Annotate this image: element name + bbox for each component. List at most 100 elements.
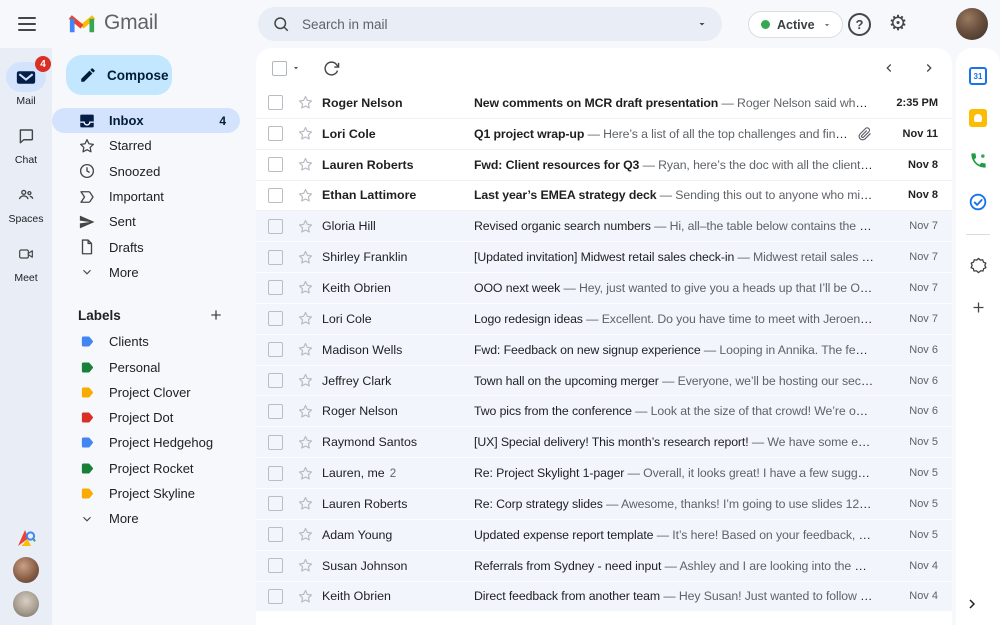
label-item-project-skyline[interactable]: Project Skyline [52,481,240,506]
voice-icon[interactable] [964,146,992,174]
email-checkbox[interactable] [268,434,283,450]
star-icon[interactable] [296,495,314,512]
label-item-project-dot[interactable]: Project Dot [52,405,240,430]
search-options-caret-icon[interactable] [696,18,708,30]
search-input[interactable] [302,16,684,32]
star-icon[interactable] [296,218,314,235]
email-row[interactable]: Roger Nelson New comments on MCR draft pr… [256,88,952,119]
sidebar-item-sent[interactable]: Sent [52,209,240,234]
create-label-icon[interactable] [208,307,224,323]
contact-avatar-2[interactable] [13,591,39,617]
get-addons-icon[interactable] [964,293,992,321]
email-checkbox[interactable] [268,496,283,512]
main-menu-icon[interactable] [13,10,41,38]
email-checkbox[interactable] [268,187,283,203]
email-checkbox[interactable] [268,588,283,604]
star-icon[interactable] [296,588,314,605]
email-row[interactable]: Roger Nelson Two pics from the conference… [256,396,952,428]
select-all-checkbox[interactable] [272,60,287,76]
label-item-more[interactable]: More [52,506,240,531]
newer-page-icon[interactable] [882,61,896,75]
email-sender: Keith Obrien [322,589,391,604]
email-checkbox[interactable] [268,157,283,173]
star-icon[interactable] [296,557,314,574]
email-row[interactable]: Shirley Franklin [Updated invitation] Mid… [256,242,952,274]
rail-item-meet[interactable]: Meet [0,239,52,284]
apps-grid-icon[interactable] [922,12,946,36]
star-icon[interactable] [296,372,314,389]
sidebar-item-drafts[interactable]: Drafts [52,234,240,259]
email-checkbox[interactable] [268,126,283,142]
tasks-icon[interactable] [964,188,992,216]
email-checkbox[interactable] [268,311,283,327]
star-icon[interactable] [296,403,314,420]
compose-button[interactable]: Compose [66,55,172,95]
email-checkbox[interactable] [268,465,283,481]
email-checkbox[interactable] [268,403,283,419]
keep-icon[interactable] [964,104,992,132]
sidebar-item-more[interactable]: More [52,260,240,285]
star-icon[interactable] [296,94,314,111]
star-icon[interactable] [296,279,314,296]
sidebar-item-starred[interactable]: Starred [52,133,240,158]
label-item-project-clover[interactable]: Project Clover [52,380,240,405]
rail-item-chat[interactable]: Chat [0,121,52,166]
rail-item-mail[interactable]: 4 Mail [0,56,52,107]
email-row[interactable]: Madison Wells Fwd: Feedback on new signup… [256,334,952,366]
email-checkbox[interactable] [268,218,283,234]
sidebar-item-snoozed[interactable]: Snoozed [52,159,240,184]
star-icon[interactable] [296,187,314,204]
contact-avatar-1[interactable] [13,557,39,583]
email-row[interactable]: Raymond Santos [UX] Special delivery! Thi… [256,427,952,459]
refresh-icon[interactable] [323,60,340,77]
email-row[interactable]: Susan Johnson Referrals from Sydney - nee… [256,550,952,582]
sidebar-item-inbox[interactable]: Inbox 4 [52,108,240,134]
email-checkbox[interactable] [268,527,283,543]
label-item-clients[interactable]: Clients [52,329,240,354]
email-checkbox[interactable] [268,342,283,358]
gear-icon[interactable]: ⚙ [884,9,912,37]
email-row[interactable]: Gloria Hill Revised organic search number… [256,211,952,243]
star-icon[interactable] [296,341,314,358]
star-icon[interactable] [296,526,314,543]
email-row[interactable]: Lauren, me 2 Re: Project Skylight 1-pager … [256,458,952,489]
account-avatar[interactable] [956,8,988,40]
email-checkbox[interactable] [268,280,283,296]
email-row[interactable]: Keith Obrien Direct feedback from another… [256,581,952,613]
top-bar: Gmail Active ? ⚙ [0,0,1000,48]
older-page-icon[interactable] [922,61,936,75]
search-bar[interactable] [258,7,722,41]
email-snippet: — Hi, all–the table below contains the r… [654,219,874,234]
rail-item-spaces[interactable]: Spaces [0,180,52,225]
star-icon[interactable] [296,465,314,482]
star-icon[interactable] [296,434,314,451]
email-checkbox[interactable] [268,373,283,389]
select-caret-icon[interactable] [291,63,301,73]
star-icon[interactable] [296,125,314,142]
label-item-personal[interactable]: Personal [52,354,240,379]
label-item-project-hedgehog[interactable]: Project Hedgehog [52,430,240,455]
email-checkbox[interactable] [268,249,283,265]
email-date: Nov 5 [909,528,938,541]
star-icon[interactable] [296,156,314,173]
email-checkbox[interactable] [268,558,283,574]
sidebar-item-important[interactable]: Important [52,184,240,209]
calendar-icon[interactable]: 31 [964,62,992,90]
star-icon[interactable] [296,249,314,266]
email-row[interactable]: Adam Young Updated expense report templat… [256,519,952,551]
label-item-project-rocket[interactable]: Project Rocket [52,456,240,481]
email-row[interactable]: Keith Obrien OOO next week — Hey, just wa… [256,273,952,304]
email-row[interactable]: Lauren Roberts Fwd: Client resources for … [256,149,952,181]
help-icon[interactable]: ? [848,13,871,36]
email-row[interactable]: Lori Cole Logo redesign ideas — Excellent… [256,303,952,335]
email-row[interactable]: Jeffrey Clark Town hall on the upcoming m… [256,365,952,397]
search-icon[interactable] [272,15,290,33]
addon-icon[interactable] [964,251,992,279]
email-row[interactable]: Lauren Roberts Re: Corp strategy slides —… [256,488,952,520]
email-row[interactable]: Lori Cole Q1 project wrap-up — Here’s a l… [256,118,952,150]
expand-side-panel-icon[interactable] [964,596,980,615]
star-icon[interactable] [296,310,314,327]
email-row[interactable]: Ethan Lattimore Last year’s EMEA strategy… [256,180,952,212]
status-chip[interactable]: Active [748,11,843,38]
email-checkbox[interactable] [268,95,283,111]
